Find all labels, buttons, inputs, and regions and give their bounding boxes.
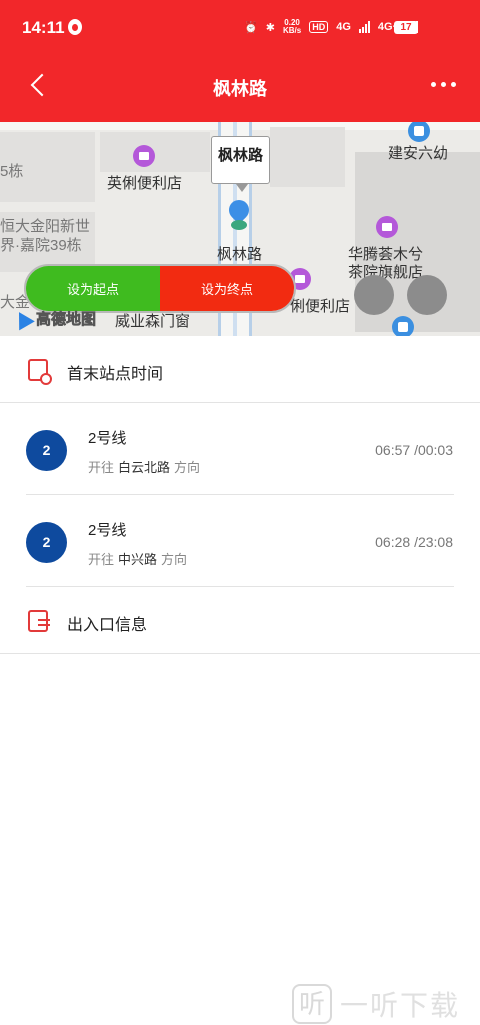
line-name: 2号线	[88, 430, 127, 447]
terminal-station: 白云北路	[118, 460, 171, 475]
first-last-times: 06:28 /23:08	[375, 534, 453, 550]
top-bar: 14:11 ⏰ ✱ 0.20 KB/s HD 4G 4G+ 17 枫林路	[0, 0, 480, 122]
signpost-button[interactable]	[354, 275, 394, 315]
alarm-icon: ⏰	[244, 21, 258, 34]
line-badge: 2	[26, 430, 67, 471]
line-name: 2号线	[88, 522, 127, 539]
first-last-time-row[interactable]: 首末站点时间	[0, 337, 480, 403]
hd-voice-icon: HD	[309, 21, 329, 33]
line-badge: 2	[26, 522, 67, 563]
line-direction: 开往 白云北路 方向	[88, 457, 200, 476]
map-label-estate-1: 恒大金阳新世	[0, 218, 91, 235]
network-speed: 0.20 KB/s	[282, 18, 302, 35]
app-notification-icon	[68, 19, 82, 35]
map-label-block-5: 5栋	[0, 163, 24, 180]
amap-logo-icon	[11, 307, 35, 330]
direction-prefix: 开往	[88, 460, 115, 475]
map-block	[100, 132, 210, 172]
watermark-text: 一听下载	[339, 990, 460, 1021]
set-start-button[interactable]: 设为起点	[26, 266, 160, 311]
map-label-shop-2: 俐便利店	[290, 298, 351, 315]
battery-icon: 17	[394, 21, 418, 34]
network-type-1: 4G	[336, 21, 351, 33]
page-title: 枫林路	[213, 79, 267, 99]
map-label-wood: 威业森门窗	[115, 313, 191, 330]
more-button[interactable]	[431, 82, 456, 87]
set-end-button[interactable]: 设为终点	[160, 266, 294, 311]
station-map[interactable]: 5栋 英俐便利店 建安六幼 恒大金阳新世 界·嘉院39栋 华腾荟木兮 茶院旗舰店…	[0, 122, 480, 336]
terminal-station: 中兴路	[118, 552, 158, 567]
map-label-shop-1: 英俐便利店	[107, 175, 183, 192]
bluetooth-icon: ✱	[265, 21, 275, 34]
divider	[26, 586, 454, 587]
direction-suffix: 方向	[174, 460, 201, 475]
locate-button[interactable]	[407, 275, 447, 315]
map-block	[270, 127, 345, 187]
route-button-group: 设为起点 设为终点	[24, 264, 296, 313]
line-row[interactable]: 2 2号线 开往 中兴路 方向 06:28 /23:08	[0, 495, 480, 587]
shop-poi-icon[interactable]	[376, 216, 398, 238]
watermark: 听 一听下载	[291, 984, 460, 1024]
amap-logo-text: 高德地图	[36, 311, 97, 329]
map-label-school: 建安六幼	[388, 145, 449, 162]
line-row[interactable]: 2 2号线 开往 白云北路 方向 06:57 /00:03	[0, 403, 480, 495]
schedule-clock-icon	[28, 359, 52, 385]
direction-prefix: 开往	[88, 552, 115, 567]
line-direction: 开往 中兴路 方向	[88, 549, 187, 568]
nav-bar: 枫林路	[0, 58, 480, 118]
exit-info-label: 出入口信息	[67, 617, 148, 634]
watermark-logo: 听	[291, 984, 332, 1024]
station-callout[interactable]: 枫林路	[211, 136, 270, 192]
map-label-estate-2: 界·嘉院39栋	[0, 237, 82, 254]
shop-poi-icon[interactable]	[133, 145, 155, 167]
school-poi-icon[interactable]	[408, 122, 430, 142]
status-bar: 14:11 ⏰ ✱ 0.20 KB/s HD 4G 4G+ 17	[0, 0, 480, 58]
direction-suffix: 方向	[161, 552, 188, 567]
status-icons: ⏰ ✱ 0.20 KB/s HD 4G 4G+	[244, 19, 418, 35]
first-last-times: 06:57 /00:03	[375, 442, 453, 458]
amap-logo: 高德地图	[11, 307, 97, 330]
first-last-time-label: 首末站点时间	[67, 366, 164, 383]
status-time: 14:11	[22, 18, 65, 37]
exit-icon	[28, 610, 50, 632]
metro-station-icon	[231, 220, 247, 230]
map-label-station: 枫林路	[217, 246, 263, 263]
bus-poi-icon[interactable]	[392, 316, 414, 336]
exit-info-row[interactable]: 出入口信息	[0, 588, 480, 654]
signal-icon-1	[358, 21, 370, 33]
